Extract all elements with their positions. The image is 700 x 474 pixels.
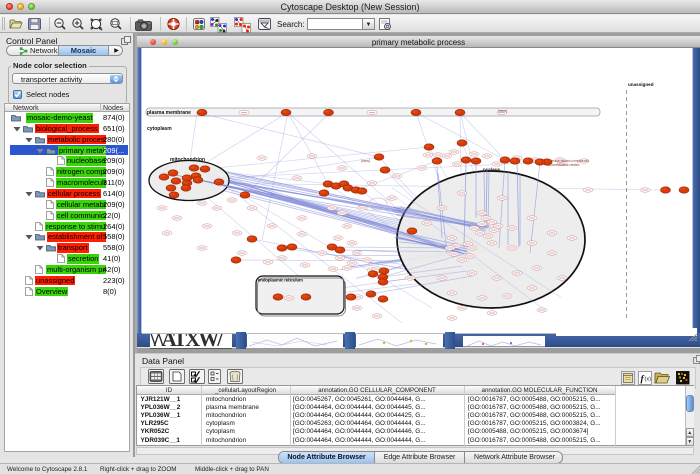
svg-text:[mem]: [mem] — [498, 109, 507, 113]
svg-text:oxidoreductase-related: oxidoreductase-related — [547, 163, 580, 167]
svg-text:[trans]: [trans] — [361, 159, 370, 163]
svg-text:cytoplasm: cytoplasm — [147, 126, 172, 132]
svg-text:plasma membrane: plasma membrane — [147, 110, 191, 116]
svg-text:unassigned: unassigned — [628, 82, 654, 87]
svg-text:endoplasmic reticulum: endoplasmic reticulum — [258, 278, 303, 283]
svg-text:mitochondrion: mitochondrion — [170, 157, 205, 163]
svg-text:(x): (x) — [645, 377, 652, 383]
svg-text:nucleus: nucleus — [483, 167, 501, 172]
